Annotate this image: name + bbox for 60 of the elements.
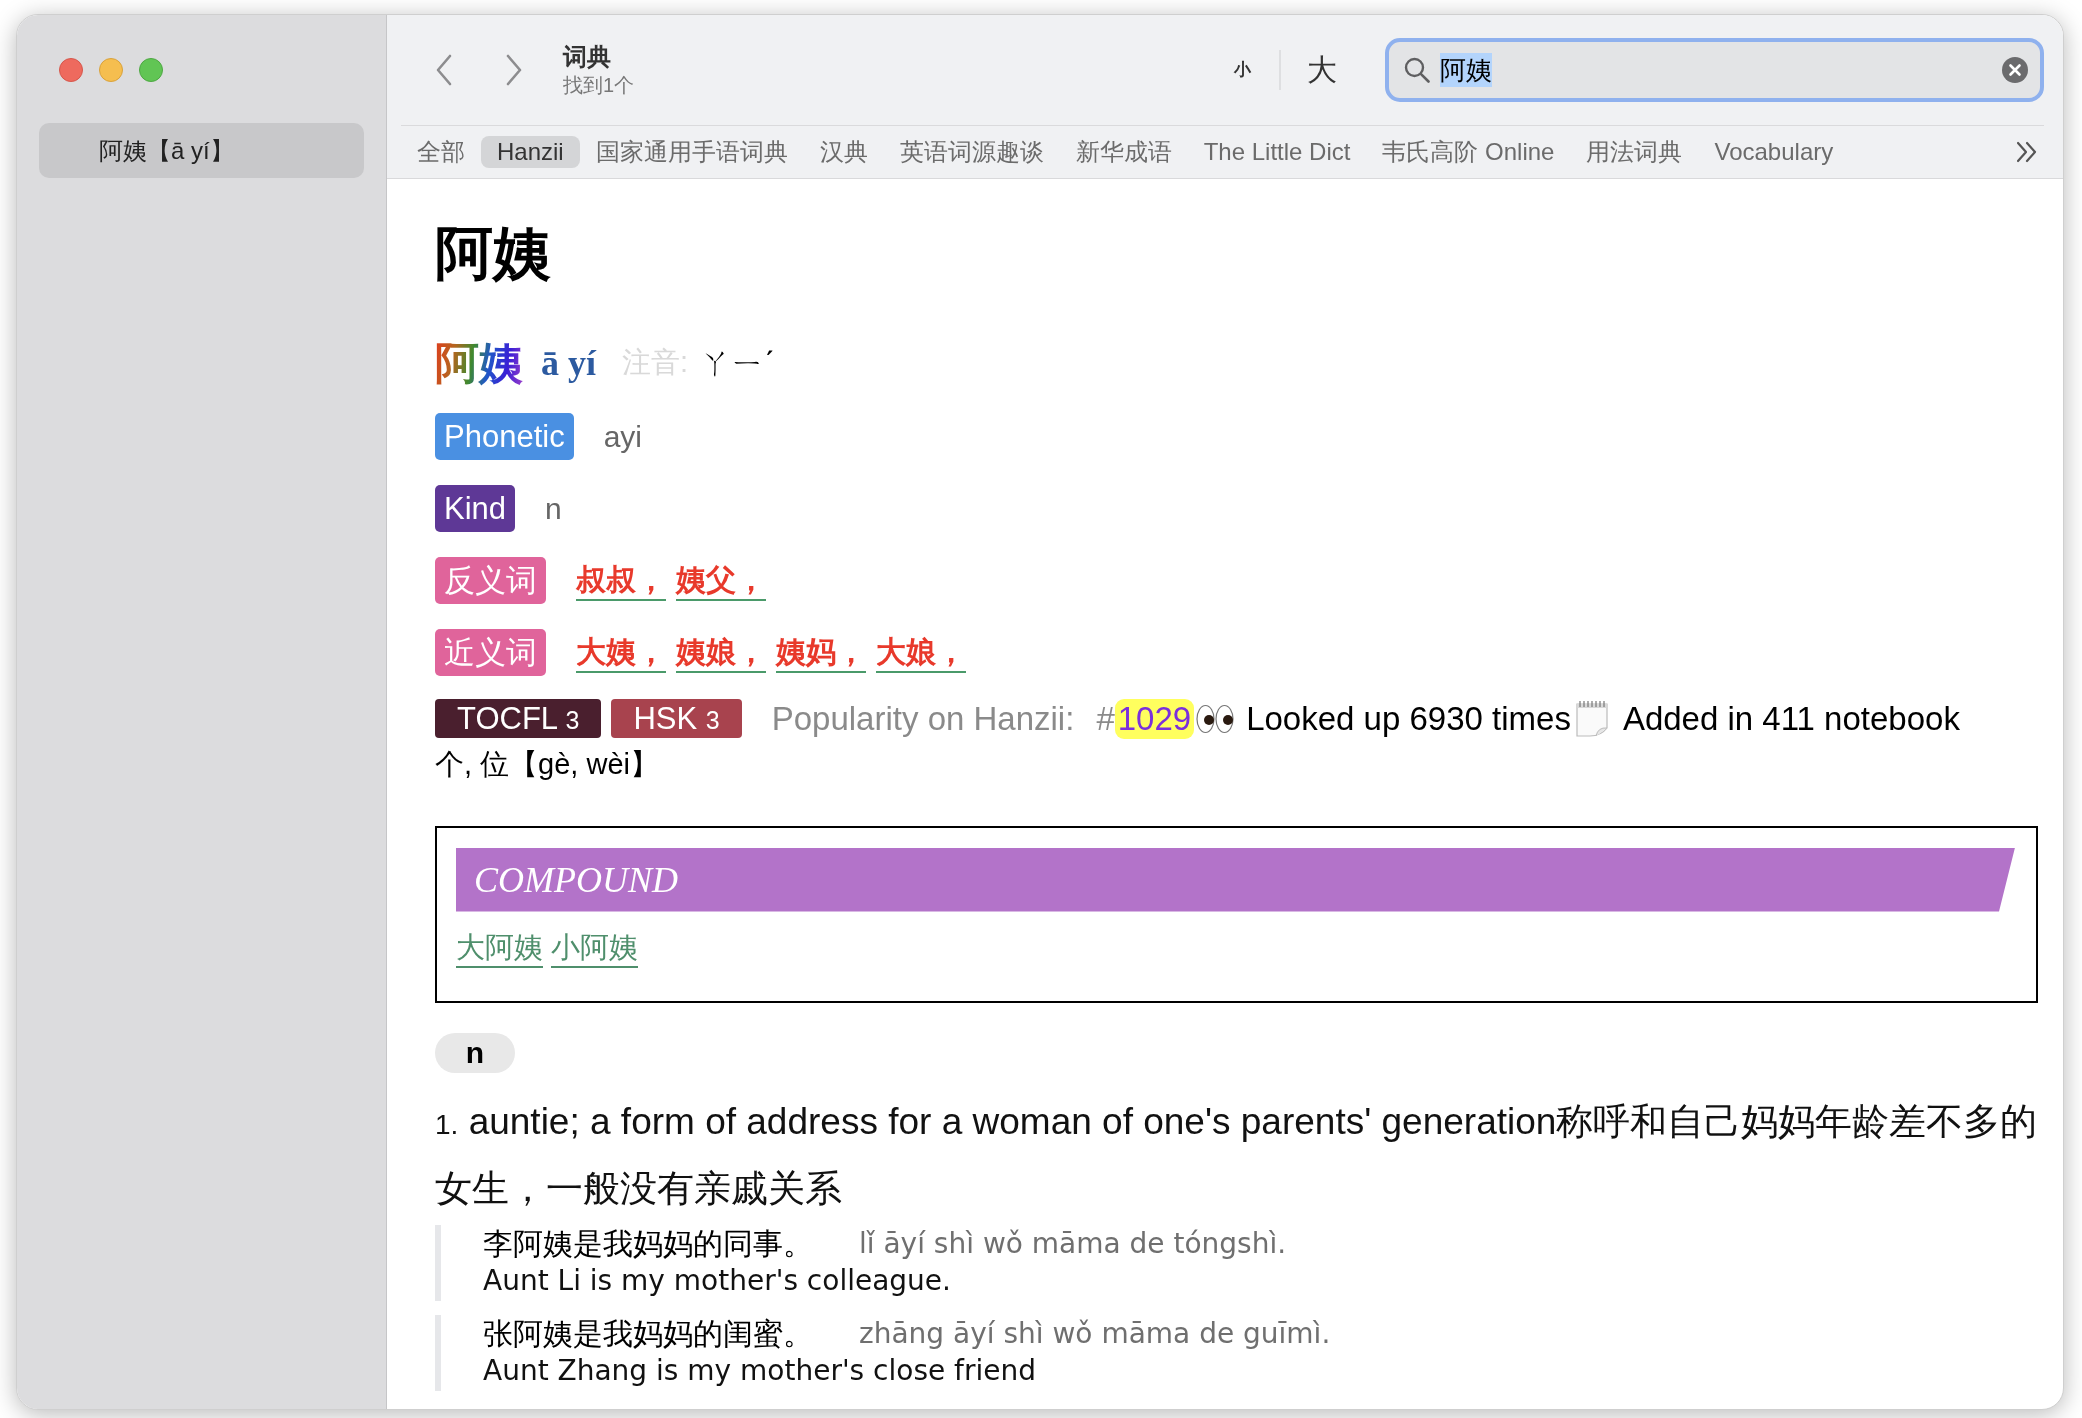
word-link[interactable]: 大娘， bbox=[876, 632, 966, 673]
example-translation: Aunt Li is my mother's colleague. bbox=[483, 1262, 952, 1299]
measure-words: 个, 位【gè, wèi】 bbox=[435, 746, 660, 782]
compound-link[interactable]: 大阿姨 bbox=[456, 927, 543, 968]
example-pinyin: zhāng āyí shì wǒ māma de guīmì. bbox=[859, 1315, 1331, 1352]
lookup-count: Looked up 6930 times bbox=[1246, 699, 1571, 739]
field-value: ayi bbox=[603, 419, 642, 455]
tab[interactable]: 用法词典 bbox=[1570, 136, 1699, 168]
window-title: 词典 bbox=[563, 42, 612, 72]
part-of-speech-tag: n bbox=[435, 1032, 515, 1073]
word-link[interactable]: 姨娘， bbox=[676, 632, 766, 673]
double-chevron-icon[interactable] bbox=[2016, 141, 2038, 163]
popularity-label: Popularity on Hanzii: bbox=[771, 699, 1075, 739]
tab[interactable]: 国家通用手语词典 bbox=[579, 136, 804, 168]
tab[interactable]: The Little Dict bbox=[1187, 136, 1367, 168]
tab[interactable]: 韦氏高阶 Online bbox=[1366, 136, 1571, 168]
tab[interactable]: 汉典 bbox=[803, 136, 884, 168]
compound-banner: COMPOUND bbox=[456, 847, 2015, 912]
sidebar-item[interactable]: 阿姨【ā yí】 bbox=[39, 123, 364, 178]
word-link[interactable]: 大姨， bbox=[576, 632, 666, 673]
clear-icon[interactable] bbox=[2002, 57, 2028, 83]
fullscreen-icon[interactable] bbox=[139, 58, 163, 82]
definition-text: 1. auntie; a form of address for a woman of one's parents' generation称呼和自己妈妈年龄差不多的女生，一般没有亲戚关系 bbox=[435, 1099, 2038, 1211]
minimize-icon[interactable] bbox=[99, 58, 123, 82]
example-sentence: 张阿姨是我妈妈的闺蜜。 bbox=[483, 1315, 813, 1353]
field-value: n bbox=[545, 491, 562, 527]
field-tag: 反义词 bbox=[435, 557, 546, 604]
compound-link[interactable]: 小阿姨 bbox=[551, 927, 638, 968]
word-link[interactable]: 姨妈， bbox=[776, 632, 866, 673]
zhuyin: ㄚㄧˊ bbox=[700, 344, 775, 383]
chevron-left-icon[interactable] bbox=[435, 54, 453, 86]
notebook-count: Added in 411 notebook bbox=[1622, 699, 1960, 739]
search-field[interactable]: 阿姨 bbox=[1385, 38, 2044, 102]
field-tag: 近义词 bbox=[435, 629, 546, 676]
example-translation: Aunt Zhang is my mother's close friend bbox=[483, 1352, 1037, 1389]
example-pinyin: lǐ āyí shì wǒ māma de tóngshì. bbox=[859, 1225, 1287, 1262]
chevron-right-icon[interactable] bbox=[505, 54, 523, 86]
word-link[interactable]: 姨父， bbox=[676, 560, 766, 601]
eyes-icon bbox=[1196, 703, 1235, 734]
field-tag: Phonetic bbox=[435, 413, 574, 460]
word-link[interactable]: 叔叔， bbox=[576, 560, 666, 601]
tab[interactable]: 全部 bbox=[401, 136, 481, 168]
level-tag: TOCFL 3 bbox=[435, 699, 602, 739]
search-icon bbox=[1404, 57, 1430, 83]
rank-symbol: # bbox=[1096, 699, 1115, 739]
close-icon[interactable] bbox=[59, 58, 83, 82]
font-smaller-button[interactable]: 小 bbox=[1228, 55, 1257, 85]
pinyin: ā yí bbox=[541, 342, 596, 385]
level-tag: HSK 3 bbox=[611, 699, 742, 739]
example-sentence: 李阿姨是我妈妈的同事。 bbox=[483, 1225, 813, 1263]
field-tag: Kind bbox=[435, 485, 516, 532]
tab[interactable]: 新华成语 bbox=[1059, 136, 1188, 168]
font-larger-button[interactable]: 大 bbox=[1303, 50, 1341, 90]
tab[interactable]: Vocabulary bbox=[1698, 136, 1850, 168]
rank-number: 1029 bbox=[1114, 698, 1195, 739]
headword: 阿姨 bbox=[435, 219, 552, 287]
tab[interactable]: 英语词源趣谈 bbox=[883, 136, 1060, 168]
tab[interactable]: Hanzii bbox=[481, 136, 580, 168]
result-count: 找到1个 bbox=[563, 73, 635, 98]
notepad-icon bbox=[1574, 699, 1609, 738]
